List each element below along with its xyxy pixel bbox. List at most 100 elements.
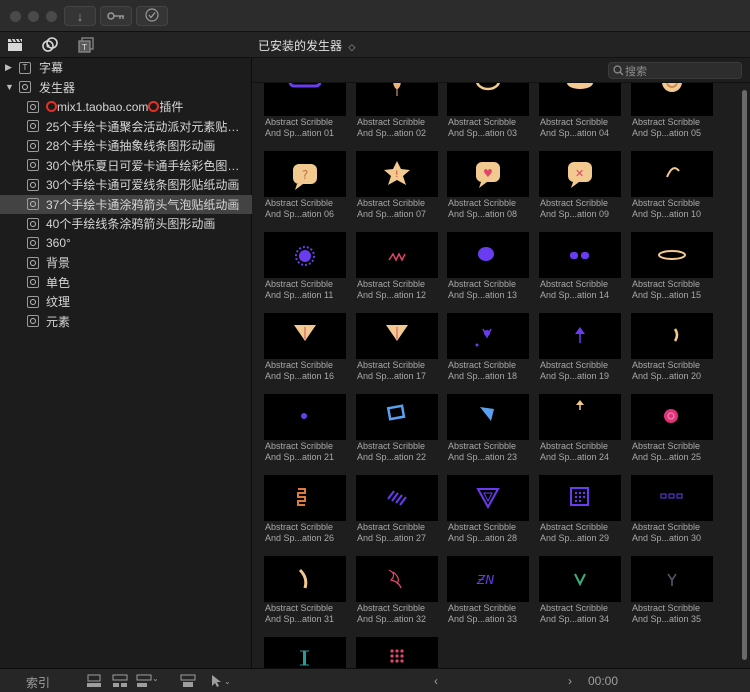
zoom-window-button[interactable] [46,11,57,22]
generator-tile[interactable]: Abstract Scribble And Sp...ation 30 [631,475,713,547]
generator-thumbnail[interactable] [539,313,621,359]
generator-thumbnail[interactable] [539,475,621,521]
generator-tile[interactable]: Abstract Scribble And Sp...ation 34 [539,556,621,628]
import-button[interactable]: ↓ [64,6,96,26]
generator-thumbnail[interactable]: ƵN [447,556,529,602]
sidebar-item[interactable]: 40个手绘线条涂鸦箭头图形动画 [0,214,252,233]
generator-tile[interactable]: Abstract Scribble And Sp...ation 19 [539,313,621,385]
generator-thumbnail[interactable] [631,313,713,359]
generator-thumbnail[interactable] [447,475,529,521]
generator-thumbnail[interactable]: ✕ [539,151,621,197]
generator-tile[interactable]: Abstract Scribble And Sp...ation 11 [264,232,346,304]
sidebar-item[interactable]: 30个快乐夏日可爱卡通手绘彩色图形… [0,156,252,175]
generator-tile[interactable]: Abstract Scribble And Sp...ation 10 [631,151,713,223]
generator-thumbnail[interactable] [447,83,529,116]
generator-tile[interactable]: Abstract Scribble And Sp...ation 35 [631,556,713,628]
libraries-toggle[interactable] [6,36,24,54]
generator-tile[interactable]: Abstract Scribble And Sp...ation 17 [356,313,438,385]
generator-thumbnail[interactable] [539,556,621,602]
generator-thumbnail[interactable] [356,637,438,668]
search-field[interactable]: 搜索 [608,62,742,79]
next-button[interactable]: › [568,674,572,688]
connect-clip-button[interactable] [86,674,102,688]
select-tool-button[interactable]: ⌄ [210,674,231,688]
generator-tile[interactable]: Abstract Scribble And Sp...ation 20 [631,313,713,385]
generator-thumbnail[interactable] [631,151,713,197]
generator-thumbnail[interactable]: ♥ [447,151,529,197]
sidebar-item[interactable]: 37个手绘卡通涂鸦箭头气泡贴纸动画 [0,194,252,214]
generator-tile[interactable]: Abstract Scribble And Sp...ation 15 [631,232,713,304]
generator-tile[interactable]: Abstract Scribble And Sp...ation 26 [264,475,346,547]
sidebar-item[interactable]: 元素 [0,312,252,331]
generator-thumbnail[interactable] [447,232,529,278]
generator-thumbnail[interactable] [356,475,438,521]
edit-mode-dropdown[interactable]: ⌄ [152,674,159,683]
browser-title[interactable]: 已安装的发生器 ◇ [258,37,355,54]
generator-thumbnail[interactable] [447,394,529,440]
generator-tile[interactable]: Abstract Scribble And Sp...ation 16 [264,313,346,385]
generator-thumbnail[interactable] [539,394,621,440]
sidebar-item[interactable]: 25个手绘卡通聚会活动派对元素贴纸… [0,117,252,136]
generator-thumbnail[interactable] [356,83,438,116]
generator-tile[interactable]: Abstract Scribble And Sp...ation 25 [631,394,713,466]
generator-thumbnail[interactable] [356,556,438,602]
generator-thumbnail[interactable] [356,394,438,440]
generator-thumbnail[interactable] [631,83,713,116]
generator-tile[interactable]: Abstract Scribble And Sp...ation 14 [539,232,621,304]
sidebar-item[interactable]: 背景 [0,253,252,272]
disclosure-closed-icon[interactable]: ▶ [5,62,15,73]
generator-tile[interactable]: Abstract Scribble And Sp...ation 21 [264,394,346,466]
generator-tile[interactable] [356,637,438,668]
titles-generators-toggle[interactable]: T [77,36,95,54]
overwrite-clip-button[interactable] [180,674,196,688]
generator-tile[interactable]: Abstract Scribble And Sp...ation 12 [356,232,438,304]
generator-tile[interactable]: ƵN Abstract Scribble And Sp...ation 33 [447,556,529,628]
generator-thumbnail[interactable] [264,556,346,602]
sidebar-item[interactable]: ▼ 发生器 [0,78,252,97]
close-window-button[interactable] [10,11,21,22]
sidebar-item[interactable]: 28个手绘卡通抽象线条图形动画 [0,136,252,155]
generator-tile[interactable]: Abstract Scribble And Sp...ation 31 [264,556,346,628]
previous-button[interactable]: ‹ [434,674,438,688]
disclosure-open-icon[interactable]: ▼ [5,82,15,92]
sidebar-item[interactable]: ▶ T 字幕 [0,58,252,77]
generator-tile[interactable]: Abstract Scribble And Sp...ation 22 [356,394,438,466]
index-button[interactable]: 索引 [26,674,50,691]
generator-tile[interactable]: Abstract Scribble And Sp...ation 32 [356,556,438,628]
generator-tile[interactable]: Abstract Scribble And Sp...ation 13 [447,232,529,304]
keywords-button[interactable] [100,6,132,26]
generator-tile[interactable]: Abstract Scribble And Sp...ation 03 [447,83,529,142]
generator-tile[interactable]: Abstract Scribble And Sp...ation 29 [539,475,621,547]
generator-thumbnail[interactable] [264,313,346,359]
generator-thumbnail[interactable] [539,232,621,278]
insert-clip-button[interactable] [112,674,128,688]
generator-thumbnail[interactable]: ? [264,151,346,197]
generator-thumbnail[interactable] [356,313,438,359]
generator-tile[interactable]: Abstract Scribble And Sp...ation 05 [631,83,713,142]
sidebar-item[interactable]: mix1.taobao.com 插件 [0,97,252,116]
generator-thumbnail[interactable] [447,313,529,359]
sidebar-item[interactable]: 纹理 [0,292,252,311]
generator-thumbnail[interactable]: ! [356,151,438,197]
minimize-window-button[interactable] [28,11,39,22]
append-clip-button[interactable] [136,674,152,688]
sidebar-item[interactable]: 30个手绘卡通可爱线条图形贴纸动画 [0,175,252,194]
generator-tile[interactable]: Abstract Scribble And Sp...ation 02 [356,83,438,142]
generator-thumbnail[interactable] [631,232,713,278]
scrollbar-thumb[interactable] [742,90,747,660]
generator-tile[interactable]: Abstract Scribble And Sp...ation 24 [539,394,621,466]
generator-thumbnail[interactable] [631,394,713,440]
generator-tile[interactable]: Abstract Scribble And Sp...ation 18 [447,313,529,385]
generator-thumbnail[interactable] [539,83,621,116]
generator-tile[interactable]: Abstract Scribble And Sp...ation 23 [447,394,529,466]
generator-tile[interactable]: Abstract Scribble And Sp...ation 28 [447,475,529,547]
generator-thumbnail[interactable] [264,475,346,521]
generator-thumbnail[interactable] [356,232,438,278]
photos-audio-toggle[interactable] [41,36,59,54]
generator-tile[interactable]: ! Abstract Scribble And Sp...ation 07 [356,151,438,223]
generator-thumbnail[interactable] [631,556,713,602]
generator-tile[interactable]: ♥ Abstract Scribble And Sp...ation 08 [447,151,529,223]
generator-tile[interactable]: ? Abstract Scribble And Sp...ation 06 [264,151,346,223]
generator-thumbnail[interactable] [264,637,346,668]
generator-thumbnail[interactable] [264,394,346,440]
